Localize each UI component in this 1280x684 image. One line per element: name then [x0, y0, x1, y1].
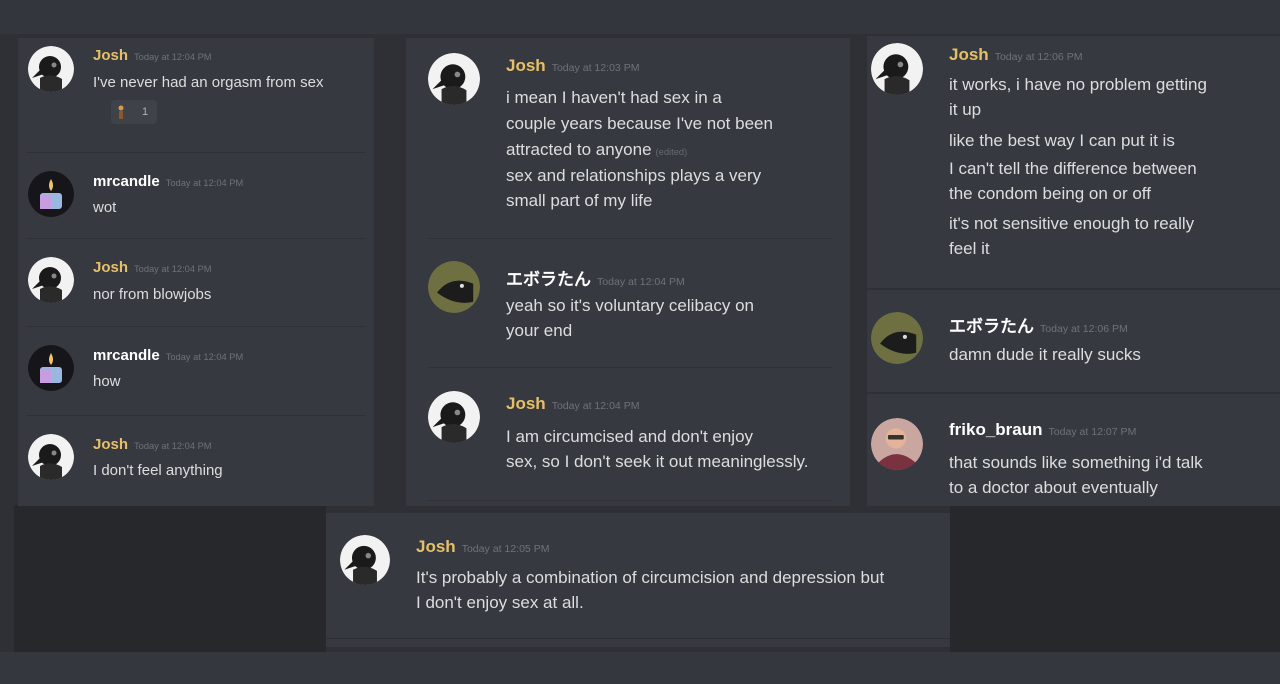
- message: mrcandle Today at 12:04 PM how: [18, 327, 374, 415]
- josh-avatar[interactable]: [340, 535, 390, 585]
- author-name[interactable]: Josh: [93, 47, 128, 64]
- mrcandle-avatar[interactable]: [28, 171, 74, 217]
- author-name[interactable]: Josh: [93, 259, 128, 276]
- author-name[interactable]: エボラたん: [949, 317, 1034, 336]
- message-content: it's not sensitive enough to really feel…: [949, 214, 1195, 258]
- message-content: yeah so it's voluntary celibacy on your …: [506, 296, 754, 340]
- timestamp: Today at 12:04 PM: [134, 264, 212, 274]
- timestamp: Today at 12:05 PM: [461, 543, 550, 555]
- message-content: wot: [93, 199, 117, 216]
- josh-avatar[interactable]: [28, 46, 74, 92]
- ebola-avatar[interactable]: [428, 261, 480, 313]
- message: Josh Today at 12:04 PM I am circumcised a…: [406, 368, 850, 506]
- message-content: like the best way I can put it is: [949, 131, 1175, 150]
- mrcandle-avatar[interactable]: [28, 345, 74, 391]
- message-content: it works, i have no problem getting it u…: [949, 75, 1207, 119]
- message: Josh Today at 12:05 PM It's probably a co…: [326, 513, 950, 647]
- reaction-count: 1: [142, 106, 149, 118]
- message: Josh Today at 12:04 PM I've never had an …: [18, 38, 374, 148]
- message: mrcandle Today at 12:04 PM wot: [18, 153, 374, 238]
- message: Josh Today at 12:04 PM nor from blowjobs: [18, 239, 374, 326]
- timestamp: Today at 12:06 PM: [994, 51, 1083, 63]
- chat-panel-right: Josh Today at 12:06 PM it works, i have n…: [867, 36, 1280, 506]
- message-content: I don't feel anything: [93, 462, 223, 479]
- ebola-avatar[interactable]: [871, 312, 923, 364]
- timestamp: Today at 12:04 PM: [165, 352, 244, 362]
- message-content: how: [93, 373, 121, 390]
- chat-panel-bottom: Josh Today at 12:05 PM It's probably a co…: [326, 513, 950, 647]
- timestamp: Today at 12:04 PM: [165, 178, 244, 188]
- friko-braun-avatar[interactable]: [871, 418, 923, 470]
- message-content: It's probably a combination of circumcis…: [416, 568, 885, 612]
- timestamp: Today at 12:04 PM: [551, 400, 640, 412]
- timestamp: Today at 12:04 PM: [134, 441, 212, 451]
- message: friko_braun Today at 12:07 PM that sounds…: [867, 394, 1280, 506]
- josh-avatar[interactable]: [28, 257, 74, 303]
- josh-avatar[interactable]: [428, 53, 480, 105]
- message-content: I am circumcised and don't enjoy sex, so…: [506, 427, 809, 471]
- author-name[interactable]: Josh: [506, 56, 546, 75]
- author-name[interactable]: Josh: [93, 436, 128, 453]
- author-name[interactable]: Josh: [506, 394, 546, 413]
- author-name[interactable]: friko_braun: [949, 420, 1043, 439]
- josh-avatar[interactable]: [28, 434, 74, 480]
- author-name[interactable]: mrcandle: [93, 347, 160, 364]
- josh-avatar[interactable]: [428, 391, 480, 443]
- author-name[interactable]: mrcandle: [93, 173, 160, 190]
- message: エボラたん Today at 12:06 PM damn dude it real…: [867, 290, 1280, 392]
- message-content: damn dude it really sucks: [949, 345, 1141, 364]
- message: Josh Today at 12:03 PM i mean I haven't h…: [406, 38, 850, 238]
- chat-panel-left: Josh Today at 12:04 PM I've never had an …: [18, 38, 374, 506]
- message-content: nor from blowjobs: [93, 286, 212, 303]
- message-content: i mean I haven't had sex in a couple yea…: [506, 88, 773, 159]
- person-emoji-icon: [118, 105, 124, 119]
- message-content: that sounds like something i'd talk to a…: [949, 453, 1203, 497]
- message-content: sex and relationships plays a very small…: [506, 166, 762, 210]
- timestamp: Today at 12:04 PM: [134, 52, 212, 62]
- message: エボラたん Today at 12:04 PM yeah so it's volu…: [406, 239, 850, 367]
- backdrop-left: [14, 505, 326, 652]
- author-name[interactable]: エボラたん: [506, 270, 591, 289]
- top-bar: [0, 0, 1280, 34]
- timestamp: Today at 12:03 PM: [551, 62, 640, 74]
- message-content: I've never had an orgasm from sex: [93, 74, 324, 91]
- message: Josh Today at 12:04 PM I don't feel anyth…: [18, 416, 374, 506]
- timestamp: Today at 12:06 PM: [1040, 323, 1128, 335]
- author-name[interactable]: Josh: [949, 45, 989, 64]
- message-content: I can't tell the difference between the …: [949, 159, 1197, 203]
- josh-avatar[interactable]: [871, 43, 923, 95]
- edited-tag: (edited): [655, 147, 688, 157]
- backdrop-right: [950, 505, 1280, 652]
- bottom-bar: [0, 652, 1280, 684]
- message: Josh Today at 12:06 PM it works, i have n…: [867, 36, 1280, 288]
- timestamp: Today at 12:07 PM: [1048, 426, 1137, 438]
- chat-panel-middle: Josh Today at 12:03 PM i mean I haven't h…: [406, 38, 850, 506]
- timestamp: Today at 12:04 PM: [597, 276, 685, 288]
- reaction-chip[interactable]: 1: [111, 100, 157, 124]
- author-name[interactable]: Josh: [416, 537, 456, 556]
